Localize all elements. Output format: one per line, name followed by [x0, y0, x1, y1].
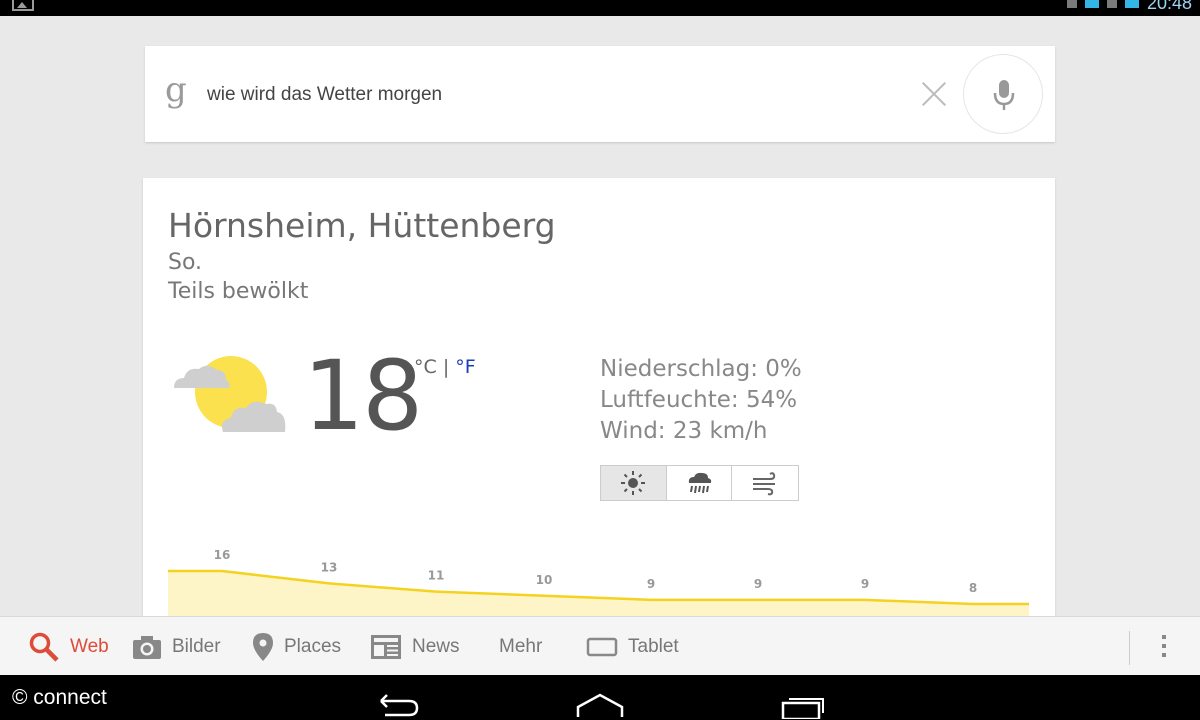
unit-celsius[interactable]: °C: [414, 356, 437, 378]
weather-day: So.: [168, 250, 203, 275]
google-logo[interactable]: g: [165, 70, 187, 110]
overflow-menu-icon[interactable]: [1158, 635, 1170, 661]
tab-web[interactable]: Web: [28, 617, 109, 676]
battery-icon: [1124, 0, 1139, 8]
tab-label: News: [412, 635, 460, 657]
search-bar: g wie wird das Wetter morgen: [145, 46, 1055, 142]
bluetooth-icon: [1066, 0, 1077, 8]
newspaper-icon: [371, 634, 401, 659]
camera-icon: [133, 635, 161, 659]
temperature-view-button[interactable]: [601, 466, 667, 500]
clock: 20:48: [1146, 0, 1192, 13]
weather-card[interactable]: Hörnsheim, Hüttenberg So. Teils bewölkt …: [143, 178, 1055, 618]
precipitation-text: Niederschlag: 0%: [600, 356, 802, 382]
map-pin-icon: [253, 632, 273, 661]
chart-view-switch: [600, 465, 799, 501]
wind-icon: [753, 472, 776, 496]
sun-icon: [621, 471, 646, 495]
data-label: 9: [754, 577, 762, 591]
unit-separator: |: [442, 356, 450, 378]
microphone-icon: [993, 80, 1015, 110]
tab-tablet[interactable]: Tablet: [586, 617, 679, 676]
search-input[interactable]: wie wird das Wetter morgen: [207, 84, 442, 106]
tab-label: Places: [284, 635, 342, 657]
precipitation-view-button[interactable]: [666, 466, 733, 500]
chart-area: [168, 571, 1029, 618]
tablet-icon: [586, 637, 618, 656]
status-bar: 20:48: [0, 0, 1200, 16]
tab-mehr[interactable]: Mehr: [499, 617, 542, 676]
temperature-chart: 16 13 11 10 9 9 9 8: [168, 548, 1029, 618]
signal-icon: [1106, 0, 1117, 8]
gallery-notification-icon: [12, 0, 34, 11]
tab-label: Tablet: [628, 635, 679, 657]
temperature-value: 18: [303, 340, 423, 452]
data-label: 16: [214, 548, 231, 562]
data-label: 9: [861, 577, 869, 591]
tab-bilder[interactable]: Bilder: [132, 617, 221, 676]
close-icon[interactable]: [920, 80, 948, 108]
data-label: 8: [969, 581, 977, 595]
weather-details: Niederschlag: 0% Luftfeuchte: 54% Wind: …: [600, 354, 802, 447]
back-icon[interactable]: [367, 689, 427, 719]
search-icon: [29, 632, 59, 662]
data-label: 13: [321, 560, 338, 574]
wind-view-button[interactable]: [732, 466, 798, 500]
humidity-text: Luftfeuchte: 54%: [600, 387, 798, 413]
data-label: 11: [428, 569, 445, 583]
weather-condition: Teils bewölkt: [168, 279, 309, 304]
wind-text: Wind: 23 km/h: [600, 418, 768, 444]
recent-apps-icon[interactable]: [773, 689, 833, 719]
watermark: © connect: [12, 686, 107, 709]
home-icon[interactable]: [570, 689, 630, 719]
tab-label: Bilder: [172, 635, 221, 657]
tab-label: Web: [70, 635, 109, 657]
wifi-icon: [1084, 0, 1099, 8]
unit-fahrenheit-link[interactable]: °F: [455, 356, 475, 378]
rain-cloud-icon: [688, 472, 712, 494]
voice-search-button[interactable]: [963, 54, 1043, 134]
tab-places[interactable]: Places: [252, 617, 341, 676]
navigation-bar: © connect: [0, 675, 1200, 720]
system-status-icons: 20:48: [1066, 0, 1192, 13]
divider: [1129, 631, 1130, 665]
search-type-tabs: Web Bilder Places News Mehr Tablet: [0, 616, 1200, 675]
data-label: 9: [647, 577, 655, 591]
tab-news[interactable]: News: [370, 617, 460, 676]
location-title: Hörnsheim, Hüttenberg: [168, 206, 556, 245]
tab-label: Mehr: [499, 635, 543, 657]
data-label: 10: [536, 573, 553, 587]
partly-cloudy-icon: [174, 356, 286, 432]
unit-switch: °C | °F: [414, 356, 476, 378]
